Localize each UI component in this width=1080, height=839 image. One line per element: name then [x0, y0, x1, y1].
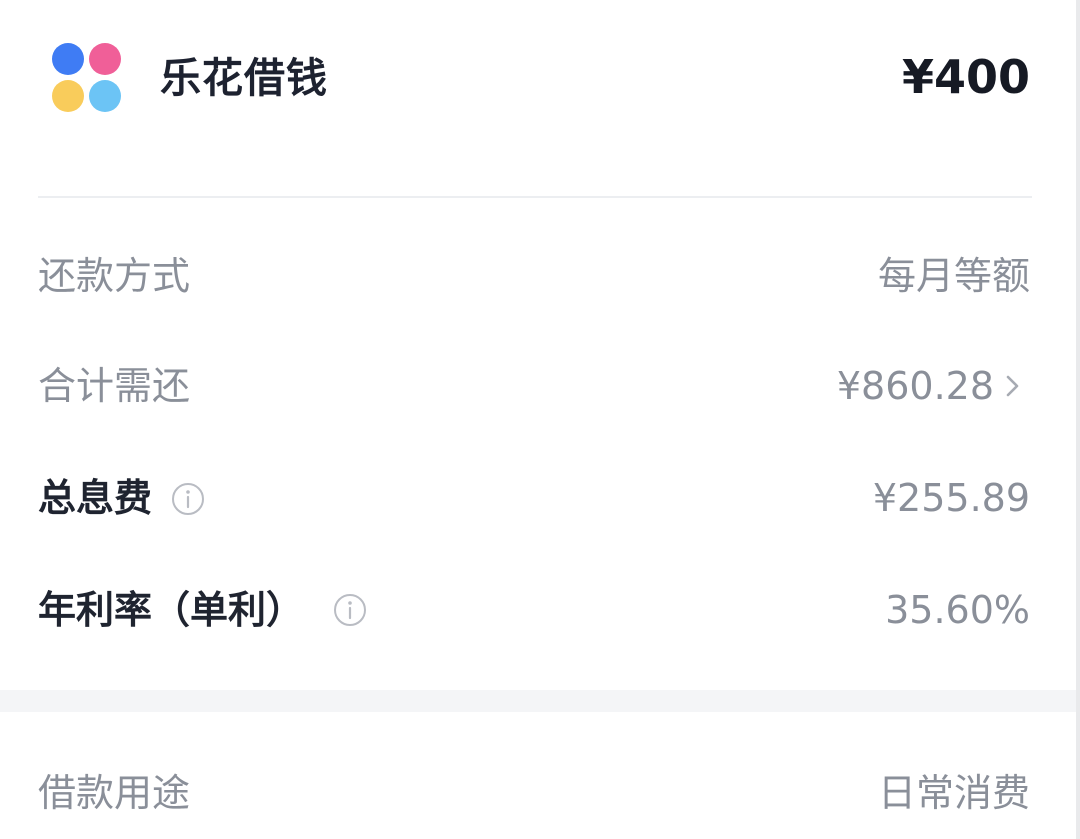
repayment-method-row: 还款方式 每月等额 — [0, 246, 1080, 306]
brand-name: 乐花借钱 — [160, 54, 328, 102]
info-circle-icon[interactable] — [333, 593, 367, 627]
section-separator — [0, 690, 1080, 712]
logo-petal-blue — [52, 43, 84, 75]
chevron-right-icon[interactable] — [1000, 374, 1024, 398]
loan-amount: ¥400 — [901, 50, 1030, 104]
loan-header: 乐花借钱 ¥400 — [0, 0, 1080, 160]
annual-rate-row: 年利率（单利） 35.60% — [0, 580, 1080, 640]
loan-purpose-row[interactable]: 借款用途 日常消费 — [0, 763, 1080, 823]
annual-rate-value: 35.60% — [885, 588, 1030, 632]
loan-purpose-value[interactable]: 日常消费 — [878, 763, 1030, 823]
info-circle-icon[interactable] — [171, 482, 205, 516]
repayment-method-label: 还款方式 — [38, 254, 191, 298]
total-interest-label: 总息费 — [38, 476, 153, 520]
repayment-method-value: 每月等额 — [877, 254, 1030, 298]
logo-petal-pink — [89, 43, 121, 75]
total-repayment-value[interactable]: ¥860.28 — [837, 356, 994, 416]
total-repayment-label: 合计需还 — [38, 364, 191, 408]
lehua-logo-icon — [52, 43, 122, 113]
loan-summary-card: 乐花借钱 ¥400 还款方式 每月等额 合计需还 ¥860.28 总息费 ¥25… — [0, 0, 1080, 690]
total-repayment-row[interactable]: 合计需还 ¥860.28 — [0, 356, 1080, 416]
annual-rate-label: 年利率（单利） — [38, 588, 305, 632]
loan-purpose-label: 借款用途 — [38, 771, 191, 815]
total-interest-value: ¥255.89 — [872, 476, 1030, 520]
header-divider — [38, 196, 1032, 198]
total-interest-row: 总息费 ¥255.89 — [0, 468, 1080, 528]
logo-petal-yellow — [52, 80, 84, 112]
page-edge — [1076, 0, 1080, 839]
logo-petal-cyan — [89, 80, 121, 112]
